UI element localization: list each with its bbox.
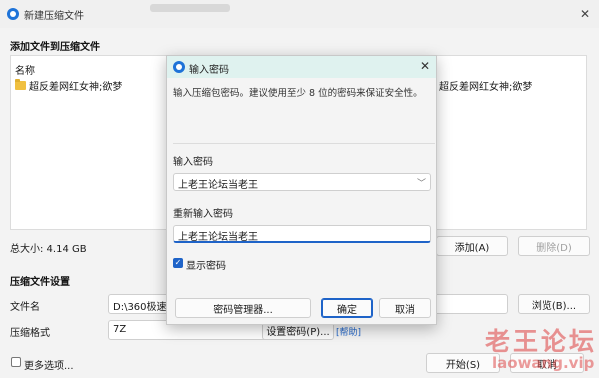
browse-button[interactable]: 浏览(B)... — [518, 294, 590, 314]
confirm-password-value: 上老王论坛当老王 — [178, 232, 258, 243]
window-title: 新建压缩文件 — [24, 11, 84, 22]
password-field[interactable]: 上老王论坛当老王 ﹀ — [173, 173, 431, 191]
help-link[interactable]: [帮助] — [336, 325, 361, 338]
file-item-label-cont: 超反差网红女神;欲梦 — [439, 82, 533, 93]
file-list-right[interactable]: 超反差网红女神;欲梦 — [437, 55, 587, 230]
filename-label: 文件名 — [10, 302, 40, 313]
file-item-label: 超反差网红女神;欲梦 — [29, 82, 123, 93]
ok-button[interactable]: 确定 — [321, 298, 373, 318]
show-password-label[interactable]: 显示密码 — [186, 257, 226, 272]
confirm-password-field[interactable]: 上老王论坛当老王 — [173, 225, 431, 243]
more-options-label[interactable]: 更多选项... — [24, 357, 74, 372]
confirm-password-label: 重新输入密码 — [173, 209, 233, 220]
dialog-cancel-button[interactable]: 取消 — [379, 298, 431, 318]
password-manager-button[interactable]: 密码管理器... — [175, 298, 311, 318]
dialog-logo-icon — [173, 61, 185, 73]
more-options-checkbox[interactable] — [11, 357, 21, 367]
watermark-title: 老王论坛 — [485, 327, 598, 356]
dialog-close-icon[interactable]: ✕ — [420, 60, 430, 72]
chevron-down-icon[interactable]: ﹀ — [417, 176, 426, 189]
delete-button[interactable]: 删除(D) — [518, 236, 590, 256]
section-settings: 压缩文件设置 — [10, 277, 70, 288]
main-titlebar: 新建压缩文件 ✕ — [0, 0, 599, 28]
section-add-files: 添加文件到压缩文件 — [10, 42, 100, 53]
list-item[interactable]: 超反差网红女神;欲梦 — [15, 78, 122, 93]
column-header-name[interactable]: 名称 — [15, 62, 35, 77]
dialog-description: 输入压缩包密码。建议使用至少 8 位的密码来保证安全性。 — [173, 88, 423, 99]
total-size: 总大小: 4.14 GB — [10, 244, 87, 255]
redacted-area — [150, 4, 230, 12]
watermark-url: laowang.vip — [492, 354, 595, 372]
dialog-titlebar: 输入密码 ✕ — [167, 56, 436, 78]
password-dialog: 输入密码 ✕ 输入压缩包密码。建议使用至少 8 位的密码来保证安全性。 输入密码… — [166, 55, 437, 325]
password-value: 上老王论坛当老王 — [178, 180, 258, 191]
add-button[interactable]: 添加(A) — [436, 236, 508, 256]
folder-icon — [15, 79, 26, 90]
app-logo-icon — [7, 8, 19, 20]
help-link-label[interactable]: 帮助 — [340, 328, 358, 338]
dialog-divider — [173, 143, 435, 144]
dialog-title: 输入密码 — [189, 65, 229, 76]
format-label: 压缩格式 — [10, 328, 50, 339]
close-icon[interactable]: ✕ — [580, 8, 590, 20]
password-label: 输入密码 — [173, 157, 213, 168]
show-password-checkbox[interactable]: ✓ — [173, 258, 183, 268]
